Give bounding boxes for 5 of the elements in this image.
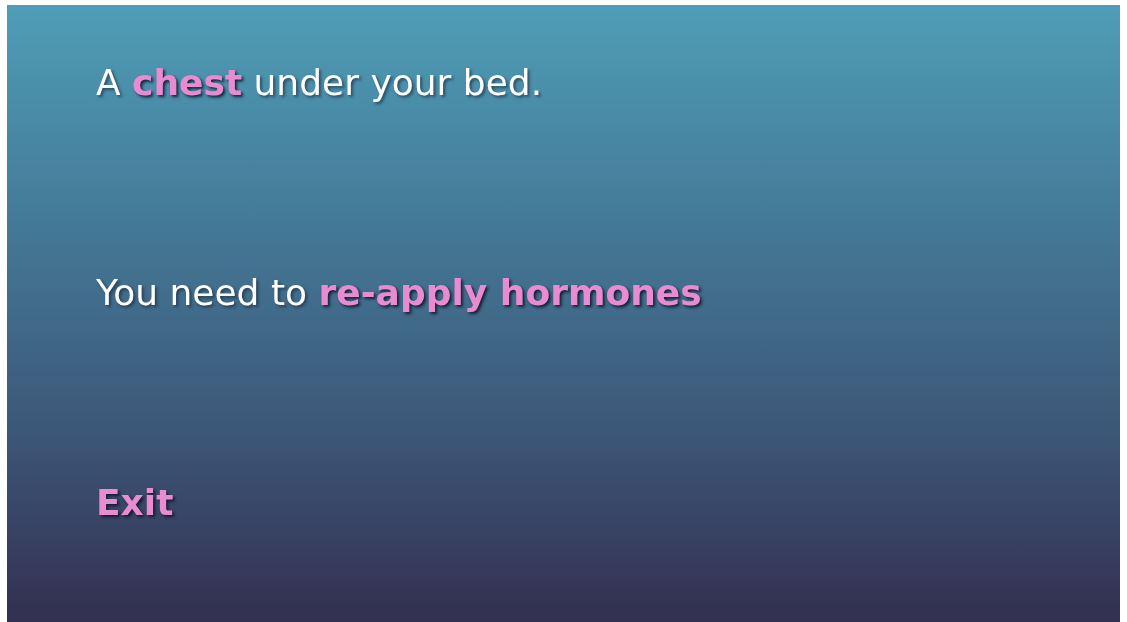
passage-text: A chest under your bed. <box>96 61 543 105</box>
passage-text: You need to re-apply hormones <box>96 271 702 315</box>
choice-link[interactable]: chest <box>132 62 243 103</box>
choice-link[interactable]: Exit <box>96 482 174 523</box>
choice-link[interactable]: re-apply hormones <box>318 272 702 313</box>
